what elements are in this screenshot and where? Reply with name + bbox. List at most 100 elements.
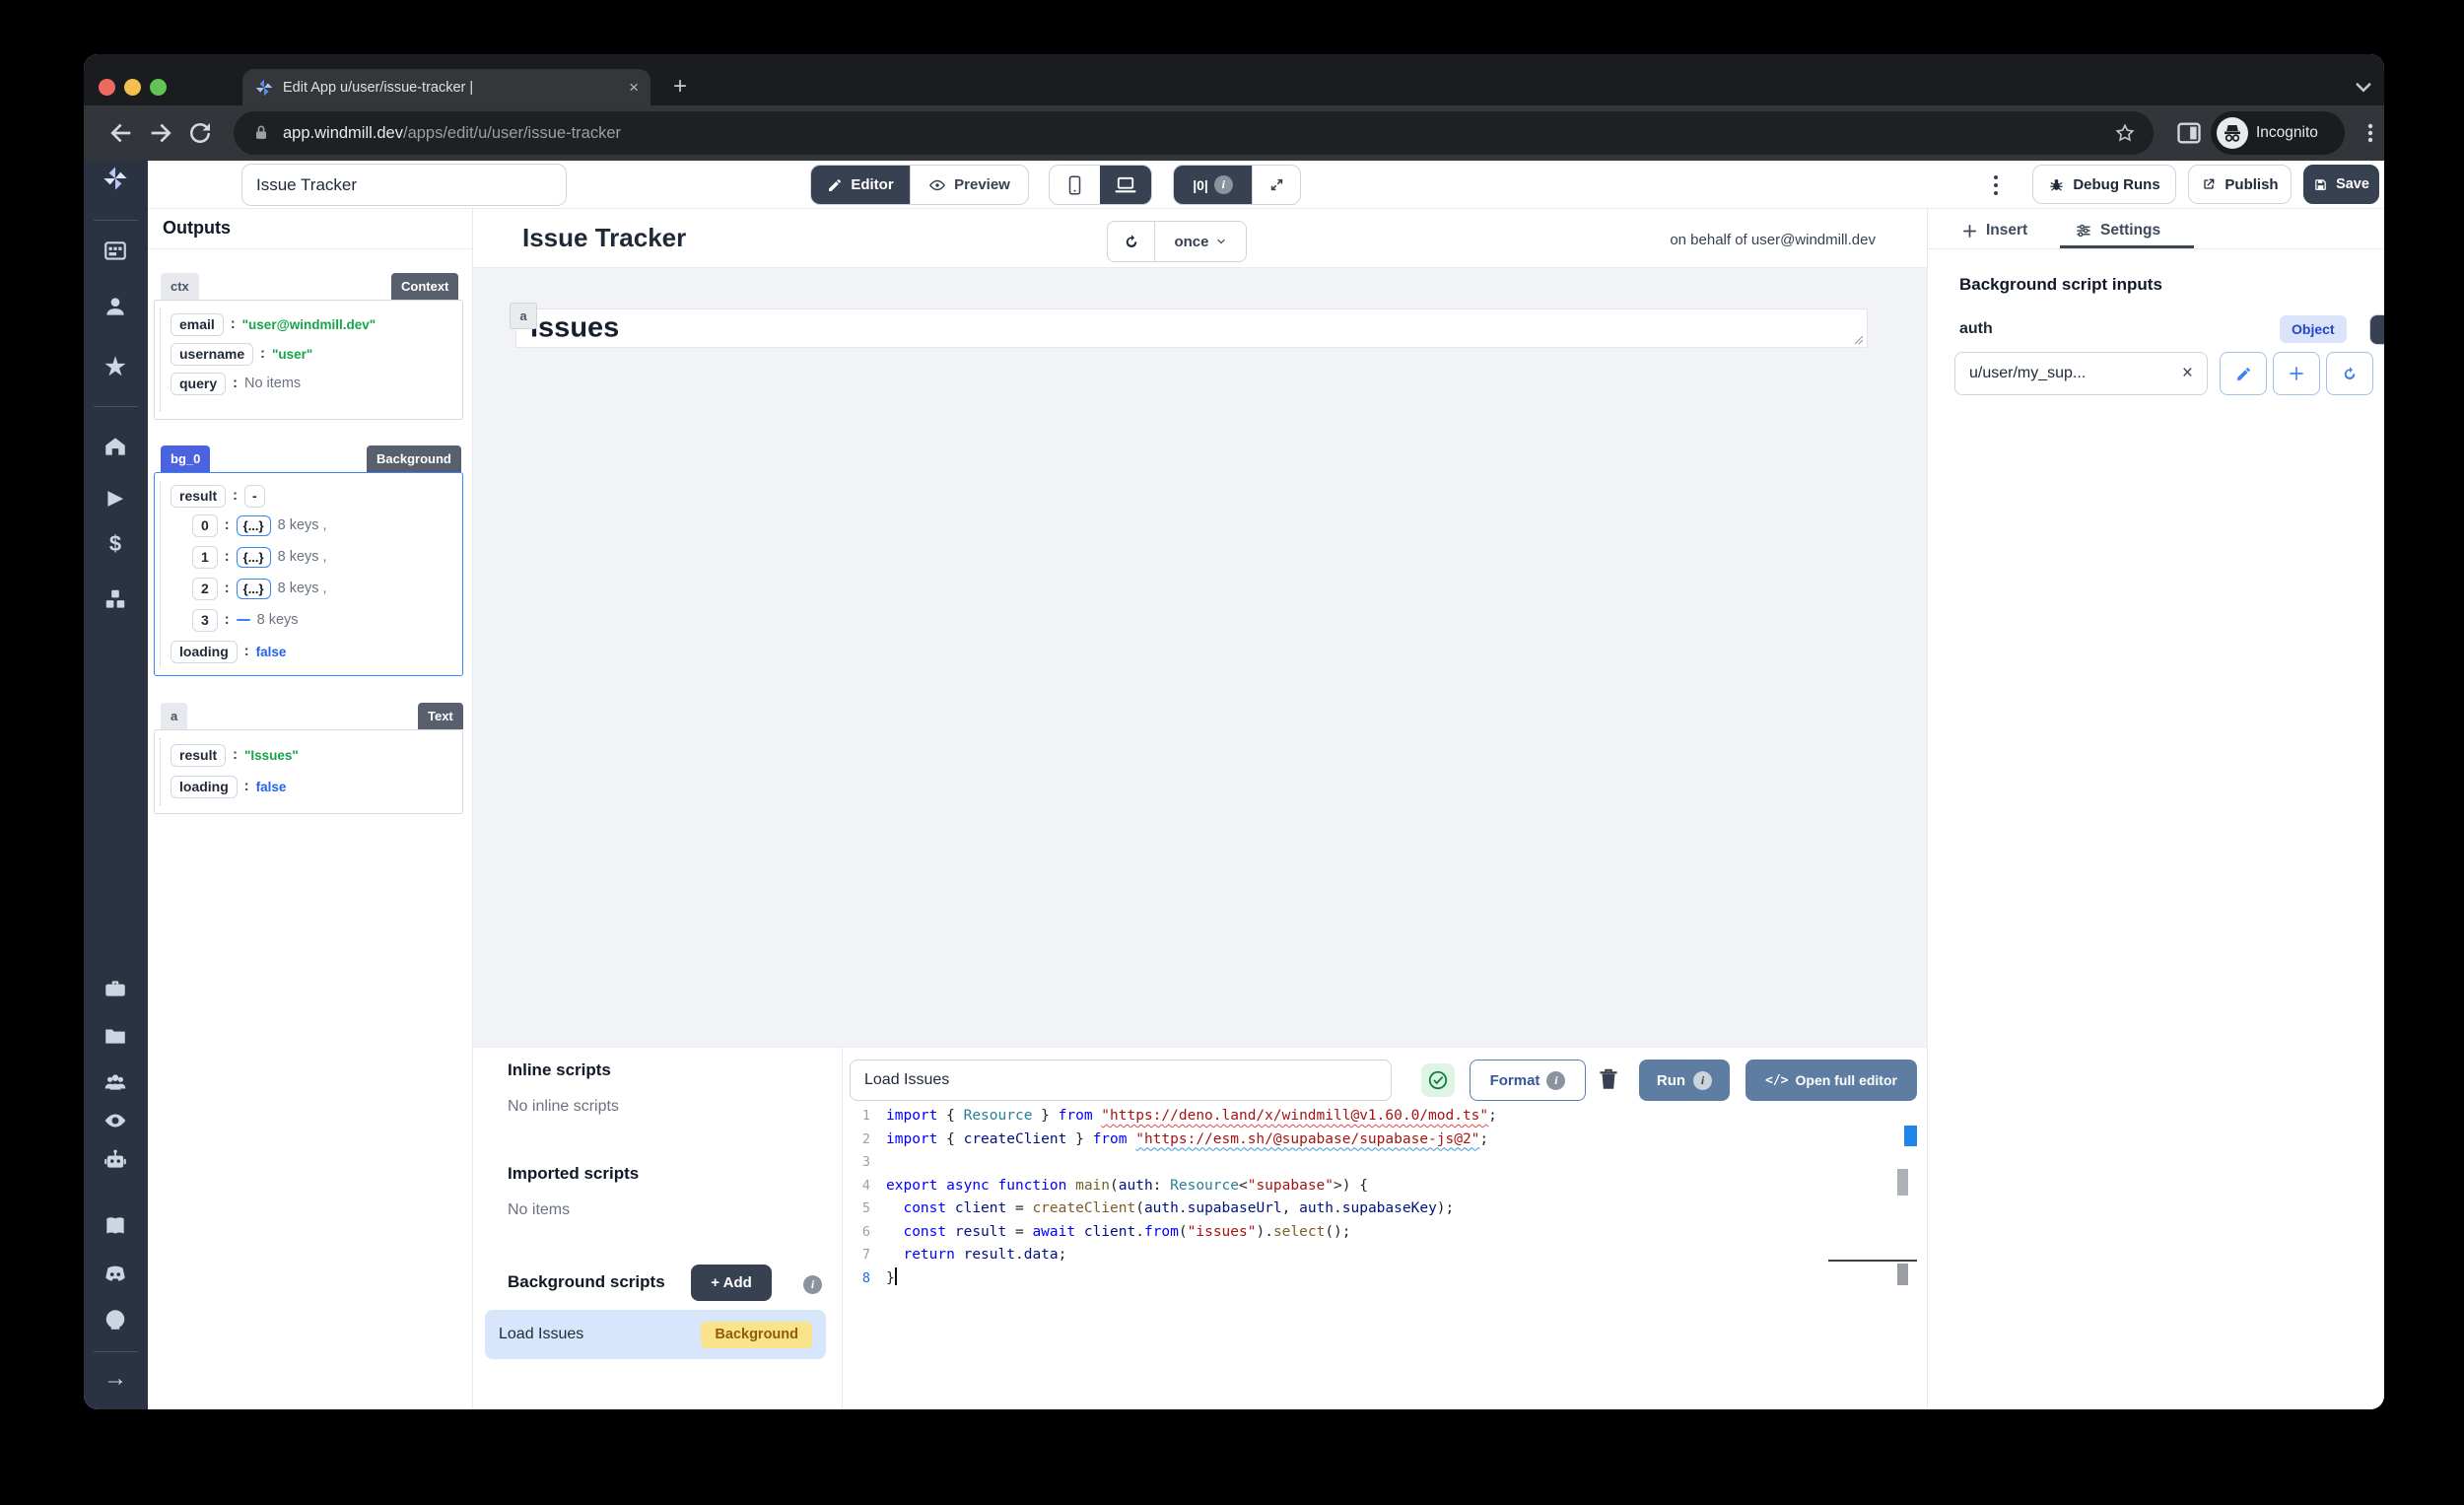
phone-icon: [1067, 175, 1082, 195]
groups-icon[interactable]: [102, 1068, 129, 1096]
workers-robot-icon[interactable]: [102, 1146, 129, 1174]
key-pill[interactable]: query: [171, 373, 226, 395]
refresh-mode-dropdown[interactable]: once: [1154, 222, 1246, 261]
object-expand-button[interactable]: [237, 619, 250, 621]
traffic-zoom-button[interactable]: [150, 79, 167, 96]
delete-script-button[interactable]: [1596, 1065, 1625, 1097]
trash-icon: [1596, 1065, 1621, 1093]
value-bool: false: [256, 645, 287, 659]
tab-settings[interactable]: Settings: [2075, 218, 2160, 243]
kebab-menu-icon: [2357, 115, 2384, 151]
script-name-input[interactable]: Load Issues: [850, 1060, 1392, 1101]
static-mode-button[interactable]: [2370, 315, 2384, 344]
edit-resource-button[interactable]: [2220, 352, 2267, 395]
schema-explorer-button[interactable]: |0| i: [1174, 166, 1252, 204]
collapse-button[interactable]: -: [244, 485, 265, 508]
forward-button[interactable]: [145, 117, 176, 149]
desktop-view-button[interactable]: [1100, 166, 1151, 204]
output-card-a: [154, 729, 463, 814]
jobs-briefcase-icon[interactable]: [102, 975, 129, 1002]
resize-handle-icon[interactable]: [1854, 335, 1864, 345]
discord-icon[interactable]: [102, 1260, 129, 1287]
traffic-close-button[interactable]: [99, 79, 115, 96]
canvas-area[interactable]: [473, 268, 1927, 1047]
home-icon[interactable]: [102, 433, 129, 460]
key-pill[interactable]: username: [171, 343, 253, 366]
tab-search-button[interactable]: [2349, 72, 2378, 102]
background-script-item[interactable]: Load Issues Background: [485, 1310, 826, 1359]
format-button[interactable]: Formati: [1470, 1060, 1586, 1101]
mobile-view-button[interactable]: [1050, 166, 1100, 204]
lock-icon: [251, 123, 271, 143]
save-button[interactable]: Save: [2303, 165, 2379, 204]
tab-close-icon[interactable]: ×: [629, 79, 639, 96]
code-line[interactable]: 7 return result.data;: [843, 1244, 1917, 1267]
expand-sidebar-arrow-icon[interactable]: →: [102, 1365, 129, 1393]
variables-dollar-icon[interactable]: $: [102, 530, 129, 558]
side-panel-icon[interactable]: [2175, 119, 2203, 147]
index-pill[interactable]: 0: [192, 514, 218, 537]
output-row-result: result:-: [171, 484, 265, 508]
preview-tab[interactable]: Preview: [910, 166, 1028, 204]
key-pill[interactable]: loading: [171, 641, 238, 663]
object-expand-button[interactable]: {...}: [237, 579, 271, 599]
apps-icon[interactable]: [102, 238, 129, 265]
reload-button[interactable]: [185, 118, 215, 148]
key-pill[interactable]: email: [171, 313, 224, 336]
star-icon[interactable]: ★: [102, 353, 129, 380]
address-bar[interactable]: app.windmill.dev/apps/edit/u/user/issue-…: [234, 111, 2154, 155]
docs-book-icon[interactable]: [102, 1212, 129, 1240]
back-button[interactable]: [105, 117, 137, 149]
fullscreen-button[interactable]: [1252, 166, 1300, 204]
code-line[interactable]: 3: [843, 1151, 1917, 1175]
vertical-scrollbar-thumb[interactable]: [1897, 1169, 1908, 1196]
app-name-input[interactable]: Issue Tracker: [241, 164, 567, 206]
index-pill[interactable]: 1: [192, 546, 218, 569]
github-icon[interactable]: [102, 1306, 129, 1334]
editor-tab[interactable]: Editor: [811, 166, 910, 204]
key-pill[interactable]: result: [171, 744, 226, 767]
user-icon[interactable]: [102, 293, 129, 320]
more-options-button[interactable]: [1986, 167, 2006, 204]
runs-play-icon[interactable]: ▶: [102, 484, 129, 512]
tab-insert[interactable]: Insert: [1961, 218, 2027, 243]
code-line[interactable]: 8}: [843, 1267, 1917, 1291]
run-button[interactable]: Runi: [1639, 1060, 1730, 1101]
key-pill[interactable]: loading: [171, 776, 238, 798]
component-handle[interactable]: a: [510, 303, 537, 329]
publish-button[interactable]: Publish: [2188, 165, 2292, 204]
code-line[interactable]: 1import { Resource } from "https://deno.…: [843, 1105, 1917, 1129]
object-expand-button[interactable]: {...}: [237, 547, 271, 568]
code-line[interactable]: 4export async function main(auth: Resour…: [843, 1175, 1917, 1198]
add-resource-button[interactable]: [2273, 352, 2320, 395]
text-component[interactable]: Issues: [515, 308, 1868, 348]
horizontal-scrollbar-thumb[interactable]: [1897, 1264, 1908, 1285]
info-icon: i: [803, 1275, 822, 1294]
browser-menu-button[interactable]: [2357, 115, 2384, 151]
bookmark-star-icon[interactable]: [2114, 122, 2136, 144]
refresh-button[interactable]: [1108, 222, 1154, 261]
refresh-resource-button[interactable]: [2326, 352, 2373, 395]
new-tab-button[interactable]: +: [665, 72, 695, 102]
incognito-label: Incognito: [2256, 124, 2318, 142]
resource-input[interactable]: u/user/my_sup... ×: [1954, 352, 2208, 395]
traffic-minimize-button[interactable]: [124, 79, 141, 96]
clear-icon[interactable]: ×: [2182, 363, 2193, 384]
index-pill[interactable]: 3: [192, 609, 218, 632]
folders-icon[interactable]: [102, 1022, 129, 1050]
code-line[interactable]: 2import { createClient } from "https://e…: [843, 1129, 1917, 1152]
browser-tab[interactable]: Edit App u/user/issue-tracker | ×: [242, 69, 650, 105]
keys-count: 8 keys ,: [278, 581, 327, 596]
add-background-script-button[interactable]: + Add: [691, 1265, 772, 1301]
code-line[interactable]: 5 const client = createClient(auth.supab…: [843, 1197, 1917, 1221]
code-line[interactable]: 6 const result = await client.from("issu…: [843, 1221, 1917, 1245]
open-full-editor-button[interactable]: </> Open full editor: [1745, 1060, 1917, 1101]
index-pill[interactable]: 2: [192, 578, 218, 600]
key-pill[interactable]: result: [171, 485, 226, 508]
code-editor[interactable]: 1import { Resource } from "https://deno.…: [843, 1105, 1917, 1292]
object-expand-button[interactable]: {...}: [237, 515, 271, 536]
audit-eye-icon[interactable]: [102, 1107, 129, 1134]
debug-runs-button[interactable]: Debug Runs: [2032, 165, 2176, 204]
resources-icon[interactable]: [102, 585, 129, 613]
windmill-logo[interactable]: [102, 165, 129, 192]
